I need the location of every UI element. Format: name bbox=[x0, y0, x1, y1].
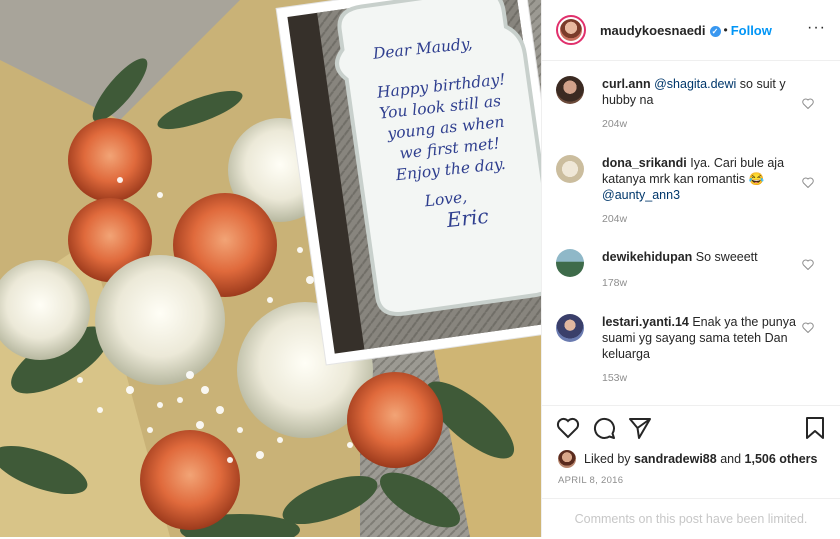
post-header: maudykoesnaedi ✓ • Follow ··· bbox=[542, 0, 840, 61]
comment-mention[interactable]: @aunty_ann3 bbox=[602, 188, 680, 202]
comments-limited-notice: Comments on this post have been limited. bbox=[542, 498, 840, 539]
comment-username[interactable]: lestari.yanti.14 bbox=[602, 315, 689, 329]
comment-mention[interactable]: @shagita.dewi bbox=[654, 77, 736, 91]
post-photo[interactable]: Dear Maudy, Happy birthday! You look sti… bbox=[0, 0, 541, 537]
comment-text: dona_srikandi Iya. Cari bule aja katanya… bbox=[602, 155, 807, 203]
comment-item: dewikehidupan So sweeett 178w bbox=[556, 249, 826, 289]
header-separator: • bbox=[723, 23, 728, 37]
likes-count[interactable]: 1,506 others bbox=[745, 452, 818, 466]
share-icon[interactable] bbox=[628, 416, 652, 440]
heart-icon[interactable] bbox=[802, 259, 814, 270]
author-username-text[interactable]: maudykoesnaedi bbox=[600, 23, 706, 38]
comment-item: dona_srikandi Iya. Cari bule aja katanya… bbox=[556, 155, 826, 225]
action-bar bbox=[556, 416, 826, 440]
comment-text: lestari.yanti.14 Enak ya the punya suami… bbox=[602, 314, 807, 362]
liked-by-prefix: Liked by bbox=[584, 452, 635, 466]
comment-icon[interactable] bbox=[592, 416, 616, 440]
post-date[interactable]: APRIL 8, 2016 bbox=[558, 475, 623, 486]
comment-item: curl.ann @shagita.dewi so suit y hubby n… bbox=[556, 76, 826, 130]
liker-avatar[interactable] bbox=[558, 450, 576, 468]
post-sidebar: maudykoesnaedi ✓ • Follow ··· curl.ann @s… bbox=[541, 0, 840, 537]
save-icon[interactable] bbox=[804, 416, 826, 440]
note-text: Dear Maudy, Happy birthday! You look sti… bbox=[372, 26, 541, 237]
liked-by: Liked by sandradewi88 and 1,506 others bbox=[558, 450, 818, 468]
comment-text: dewikehidupan So sweeett bbox=[602, 249, 807, 265]
verified-icon: ✓ bbox=[709, 25, 721, 37]
comment-username[interactable]: dewikehidupan bbox=[602, 250, 692, 264]
instagram-post: Dear Maudy, Happy birthday! You look sti… bbox=[0, 0, 840, 537]
liked-by-user[interactable]: sandradewi88 bbox=[634, 452, 717, 466]
avatar[interactable] bbox=[556, 314, 584, 342]
author-username[interactable]: maudykoesnaedi ✓ bbox=[600, 23, 721, 38]
like-heart-icon[interactable] bbox=[556, 416, 580, 440]
avatar[interactable] bbox=[556, 155, 584, 183]
heart-icon[interactable] bbox=[802, 322, 814, 333]
comment-username[interactable]: dona_srikandi bbox=[602, 156, 687, 170]
post-actions: Liked by sandradewi88 and 1,506 others A… bbox=[542, 405, 840, 538]
comment-username[interactable]: curl.ann bbox=[602, 77, 651, 91]
comment-text: curl.ann @shagita.dewi so suit y hubby n… bbox=[602, 76, 807, 108]
liked-by-and: and bbox=[716, 452, 745, 466]
author-avatar[interactable] bbox=[556, 15, 586, 45]
heart-icon[interactable] bbox=[802, 98, 814, 109]
comment-body: So sweeett bbox=[695, 250, 758, 264]
avatar[interactable] bbox=[556, 249, 584, 277]
comment-time[interactable]: 153w bbox=[602, 372, 826, 384]
comment-item: lestari.yanti.14 Enak ya the punya suami… bbox=[556, 314, 826, 384]
follow-button[interactable]: Follow bbox=[731, 23, 772, 38]
comment-time[interactable]: 178w bbox=[602, 277, 826, 289]
comment-time[interactable]: 204w bbox=[602, 118, 826, 130]
more-icon[interactable]: ··· bbox=[807, 20, 826, 36]
heart-icon[interactable] bbox=[802, 177, 814, 188]
comment-time[interactable]: 204w bbox=[602, 213, 826, 225]
comments-list[interactable]: curl.ann @shagita.dewi so suit y hubby n… bbox=[542, 61, 840, 405]
avatar[interactable] bbox=[556, 76, 584, 104]
